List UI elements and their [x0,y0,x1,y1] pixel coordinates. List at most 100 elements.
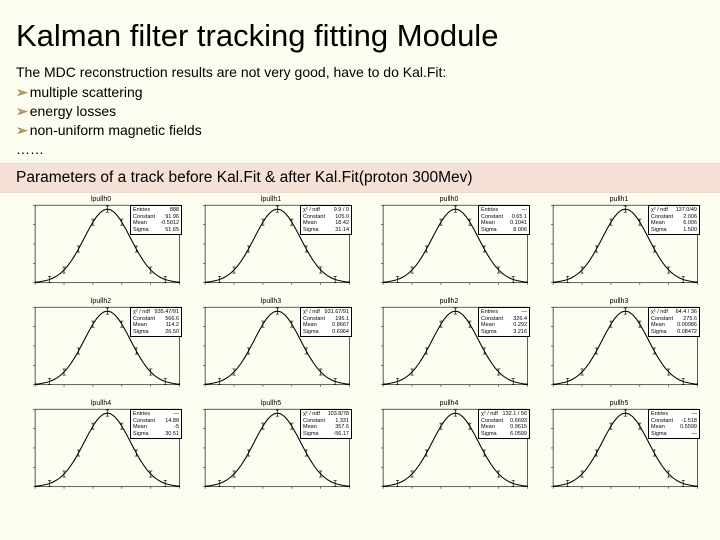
right-column: pullh0Entries—Constant0.65 1Mean0.1041Si… [364,195,704,501]
stats-row: Entries888 [133,207,179,214]
histogram-panel: pullh1 χ² / ndf137.0/49Constant2.006Mean6… [534,195,704,297]
stats-row: Constant2.006 [651,214,697,221]
stats-row: Constant105.0 [303,214,349,221]
stats-row: Sigma26.50 [133,329,179,336]
stats-row: Entries— [481,207,527,214]
stats-row: Mean18.42 [303,220,349,227]
stats-row: Mean357.6 [303,424,349,431]
stats-row: Constant1.331 [303,418,349,425]
stats-box: χ² / ndf935.47/91Constant566.6Mean114.2S… [130,307,182,337]
stats-box: Entries888Constant91.96Mean-0.5012Sigma5… [130,205,182,235]
page-title: Kalman filter tracking fitting Module [16,18,704,54]
stats-row: Constant-1.518 [651,418,697,425]
panel-title: lpullh2 [91,298,111,305]
stats-box: Entries—Constant326.4Mean0.292Sigma3.216 [478,307,530,337]
histogram-panel: lpullh5 χ² / ndf103.8/78Constant1.331Mean… [186,399,356,501]
panel-title: pullh5 [610,400,629,407]
panel-title: pullh1 [610,196,629,203]
section-band: Parameters of a track before Kal.Fit & a… [0,163,720,193]
stats-row: χ² / ndf9.9 / 0 [303,207,349,214]
stats-row: Mean114.2 [133,322,179,329]
slide: Kalman filter tracking fitting Module Th… [0,0,720,540]
stats-row: χ² / ndf103.8/78 [303,411,349,418]
bullet-3-label: non-uniform magnetic fields [30,122,202,138]
stats-row: Mean6.006 [651,220,697,227]
panel-title: lpullh1 [261,196,281,203]
stats-row: Sigma3.216 [481,329,527,336]
stats-row: Entries— [133,411,179,418]
histogram-panel: lpullh1 χ² / ndf9.9 / 0Constant105.0Mean1… [186,195,356,297]
chart-grid: lpullh0 Entries888Constant91.96Mean-0.501… [16,195,704,501]
stats-row: Entries— [651,411,697,418]
histogram-panel: pullh4 χ² / ndf132.1 / 56Constant0.6693Me… [364,399,534,501]
stats-box: Entries—Constant0.65 1Mean0.1041Sigma8.0… [478,205,530,235]
histogram-panel: pullh2 Entries—Constant326.4Mean0.292Sigm… [364,297,534,399]
bullet-2: ➢energy losses [16,103,704,120]
stats-row: χ² / ndf137.0/49 [651,207,697,214]
stats-row: Constant566.6 [133,316,179,323]
intro-text: The MDC reconstruction results are not v… [16,64,704,80]
stats-row: Sigma0.08472 [651,329,697,336]
ellipsis: …… [16,141,704,157]
stats-row: Mean-5 [133,424,179,431]
stats-row: χ² / ndf132.1 / 56 [481,411,527,418]
stats-row: Mean0.9615 [481,424,527,431]
stats-row: Mean0.1041 [481,220,527,227]
stats-row: Sigma0.6964 [303,329,349,336]
bullet-1: ➢multiple scattering [16,84,704,101]
panel-title: lpullh0 [91,196,111,203]
stats-box: Entries—Constant-1.518Mean0.5599Sigma— [648,409,700,439]
stats-box: Entries—Constant14.88Mean-5Sigma30.51 [130,409,182,439]
stats-row: Constant0.65 1 [481,214,527,221]
stats-row: Sigma— [651,431,697,438]
histogram-panel: pullh0 Entries—Constant0.65 1Mean0.1041Si… [364,195,534,297]
panel-title: pullh0 [440,196,459,203]
stats-row: Sigma-56.17 [303,431,349,438]
stats-row: Sigma1.500 [651,227,697,234]
bullet-3: ➢non-uniform magnetic fields [16,122,704,139]
arrow-icon: ➢ [16,103,28,119]
stats-box: χ² / ndf132.1 / 56Constant0.6693Mean0.96… [478,409,530,439]
stats-row: Mean0.00986 [651,322,697,329]
stats-row: Sigma31.14 [303,227,349,234]
stats-row: Constant326.4 [481,316,527,323]
bullet-2-label: energy losses [30,103,116,119]
stats-row: Sigma51.65 [133,227,179,234]
stats-row: Mean0.8667 [303,322,349,329]
stats-row: Sigma8.006 [481,227,527,234]
stats-box: χ² / ndf103.8/78Constant1.331Mean357.6Si… [300,409,352,439]
panel-title: pullh2 [440,298,459,305]
stats-row: Sigma30.51 [133,431,179,438]
panel-title: pullh4 [440,400,459,407]
histogram-panel: lpullh2 χ² / ndf935.47/91Constant566.6Mea… [16,297,186,399]
stats-box: χ² / ndf137.0/49Constant2.006Mean6.006Si… [648,205,700,235]
stats-row: Mean0.5599 [651,424,697,431]
stats-row: Mean0.292 [481,322,527,329]
stats-row: Constant14.88 [133,418,179,425]
stats-row: Entries— [481,309,527,316]
stats-row: Constant91.96 [133,214,179,221]
stats-row: Constant0.6693 [481,418,527,425]
stats-box: χ² / ndf64.4 / 36Constant275.6Mean0.0098… [648,307,700,337]
stats-box: χ² / ndf931.67/91Constant196.1Mean0.8667… [300,307,352,337]
panel-title: lpullh3 [261,298,281,305]
stats-row: Constant196.1 [303,316,349,323]
stats-row: Mean-0.5012 [133,220,179,227]
stats-row: χ² / ndf935.47/91 [133,309,179,316]
panel-title: lpullh5 [261,400,281,407]
histogram-panel: pullh5 Entries—Constant-1.518Mean0.5599Si… [534,399,704,501]
bullet-1-label: multiple scattering [30,84,143,100]
panel-title: lpullh4 [91,400,111,407]
stats-box: χ² / ndf9.9 / 0Constant105.0Mean18.42Sig… [300,205,352,235]
panel-title: pullh3 [610,298,629,305]
stats-row: Constant275.6 [651,316,697,323]
stats-row: χ² / ndf931.67/91 [303,309,349,316]
stats-row: Sigma6.0599 [481,431,527,438]
histogram-panel: pullh3 χ² / ndf64.4 / 36Constant275.6Mean… [534,297,704,399]
histogram-panel: lpullh4 Entries—Constant14.88Mean-5Sigma3… [16,399,186,501]
stats-row: χ² / ndf64.4 / 36 [651,309,697,316]
histogram-panel: lpullh3 χ² / ndf931.67/91Constant196.1Mea… [186,297,356,399]
left-column: lpullh0 Entries888Constant91.96Mean-0.501… [16,195,356,501]
arrow-icon: ➢ [16,84,28,100]
histogram-panel: lpullh0 Entries888Constant91.96Mean-0.501… [16,195,186,297]
